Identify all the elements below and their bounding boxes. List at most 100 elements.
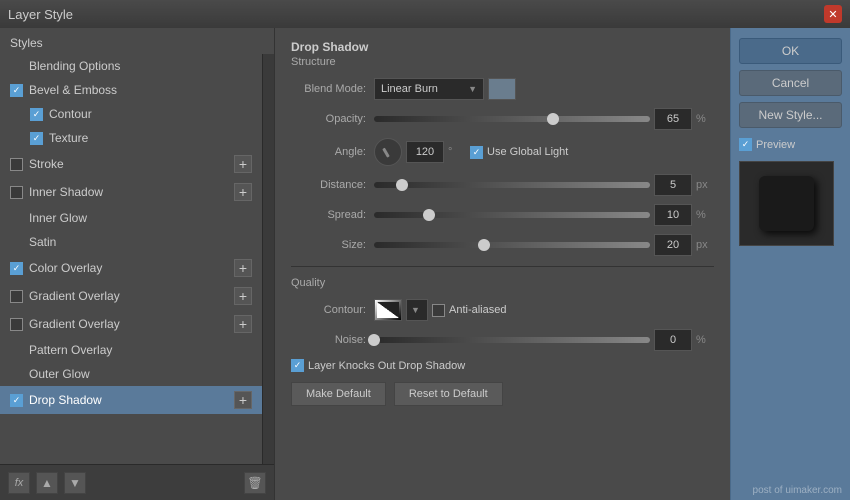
knocks-out-label[interactable]: Layer Knocks Out Drop Shadow [291,359,465,372]
spread-unit: % [696,209,714,221]
sidebar-item-satin[interactable]: Satin [0,230,262,254]
checkbox-color-overlay[interactable] [10,262,23,275]
noise-slider[interactable] [374,337,650,343]
label-gradient-overlay2: Gradient Overlay [29,317,234,331]
spread-slider[interactable] [374,212,650,218]
move-down-button[interactable]: ▼ [64,472,86,494]
cancel-button[interactable]: Cancel [739,70,842,96]
size-thumb[interactable] [478,239,490,251]
preview-box [739,161,834,246]
label-pattern-overlay: Pattern Overlay [29,343,252,357]
checkbox-bevel-emboss[interactable] [10,84,23,97]
blend-mode-control: Linear Burn ▼ [374,78,714,100]
add-button-color-overlay[interactable]: + [234,259,252,277]
sidebar-item-stroke[interactable]: Stroke+ [0,150,262,178]
opacity-label: Opacity: [291,113,366,125]
section-title: Drop Shadow [291,40,714,54]
ok-button[interactable]: OK [739,38,842,64]
anti-alias-label[interactable]: Anti-aliased [432,304,506,317]
sidebar-item-pattern-overlay[interactable]: Pattern Overlay [0,338,262,362]
checkbox-stroke[interactable] [10,158,23,171]
angle-label: Angle: [291,146,366,158]
size-input[interactable] [654,234,692,256]
spread-control: % [374,204,714,226]
contour-dropdown[interactable]: ▼ [406,299,428,321]
knocks-out-checkbox[interactable] [291,359,304,372]
label-blending-options: Blending Options [29,59,252,73]
angle-control: ° Use Global Light [374,138,714,166]
reset-default-button[interactable]: Reset to Default [394,382,503,406]
sidebar-item-drop-shadow[interactable]: Drop Shadow+ [0,386,262,414]
blend-mode-dropdown[interactable]: Linear Burn ▼ [374,78,484,100]
spread-input[interactable] [654,204,692,226]
blend-color-swatch[interactable] [488,78,516,100]
preview-checkbox[interactable] [739,138,752,151]
scrollbar[interactable] [262,54,274,464]
sidebar-item-contour[interactable]: Contour [0,102,262,126]
global-light-checkbox[interactable] [470,146,483,159]
left-panel-inner: Blending Options Bevel & Emboss Contour Tex… [0,54,274,464]
add-button-drop-shadow[interactable]: + [234,391,252,409]
sidebar-item-inner-glow[interactable]: Inner Glow [0,206,262,230]
opacity-slider[interactable] [374,116,650,122]
add-button-stroke[interactable]: + [234,155,252,173]
distance-thumb[interactable] [396,179,408,191]
fx-button[interactable]: fx [8,472,30,494]
add-button-gradient-overlay1[interactable]: + [234,287,252,305]
label-color-overlay: Color Overlay [29,261,234,275]
contour-row: Contour: ▼ Anti-aliased [291,299,714,321]
add-button-gradient-overlay2[interactable]: + [234,315,252,333]
contour-arrow-icon: ▼ [411,305,420,315]
noise-unit: % [696,334,714,346]
sidebar-item-gradient-overlay2[interactable]: Gradient Overlay+ [0,310,262,338]
distance-row: Distance: px [291,174,714,196]
angle-dial[interactable] [374,138,402,166]
opacity-thumb[interactable] [547,113,559,125]
label-outer-glow: Outer Glow [29,367,252,381]
blend-mode-value: Linear Burn [381,83,438,95]
spread-thumb[interactable] [423,209,435,221]
sidebar-item-bevel-emboss[interactable]: Bevel & Emboss [0,78,262,102]
contour-label: Contour: [291,304,366,316]
distance-input[interactable] [654,174,692,196]
move-up-button[interactable]: ▲ [36,472,58,494]
contour-picker[interactable] [374,299,402,321]
watermark-bottom: post of uimaker.com [753,485,842,496]
checkbox-gradient-overlay2[interactable] [10,318,23,331]
styles-list: Blending Options Bevel & Emboss Contour Tex… [0,54,262,464]
add-button-inner-shadow[interactable]: + [234,183,252,201]
left-panel: Styles Blending OptionsBevel & EmbossCon… [0,28,275,500]
opacity-unit: % [696,113,714,125]
sidebar-item-color-overlay[interactable]: Color Overlay+ [0,254,262,282]
size-slider[interactable] [374,242,650,248]
angle-indicator [382,148,390,158]
delete-button[interactable]: 🗑 [244,472,266,494]
sidebar-item-inner-shadow[interactable]: Inner Shadow+ [0,178,262,206]
anti-alias-checkbox[interactable] [432,304,445,317]
angle-input[interactable] [406,141,444,163]
noise-thumb[interactable] [368,334,380,346]
label-contour: Contour [49,107,252,121]
checkbox-contour[interactable] [30,108,43,121]
close-button[interactable]: ✕ [824,5,842,23]
opacity-input[interactable] [654,108,692,130]
sidebar-item-texture[interactable]: Texture [0,126,262,150]
checkbox-texture[interactable] [30,132,43,145]
checkbox-gradient-overlay1[interactable] [10,290,23,303]
label-texture: Texture [49,131,252,145]
size-control: px [374,234,714,256]
checkbox-inner-shadow[interactable] [10,186,23,199]
noise-input[interactable] [654,329,692,351]
global-light-label[interactable]: Use Global Light [470,146,568,159]
distance-unit: px [696,179,714,191]
right-panel: OK Cancel New Style... Preview [730,28,850,500]
sidebar-item-blending-options[interactable]: Blending Options [0,54,262,78]
spread-row: Spread: % [291,204,714,226]
distance-slider[interactable] [374,182,650,188]
checkbox-drop-shadow[interactable] [10,394,23,407]
sidebar-item-gradient-overlay1[interactable]: Gradient Overlay+ [0,282,262,310]
sidebar-item-outer-glow[interactable]: Outer Glow [0,362,262,386]
new-style-button[interactable]: New Style... [739,102,842,128]
make-default-button[interactable]: Make Default [291,382,386,406]
opacity-control: % [374,108,714,130]
